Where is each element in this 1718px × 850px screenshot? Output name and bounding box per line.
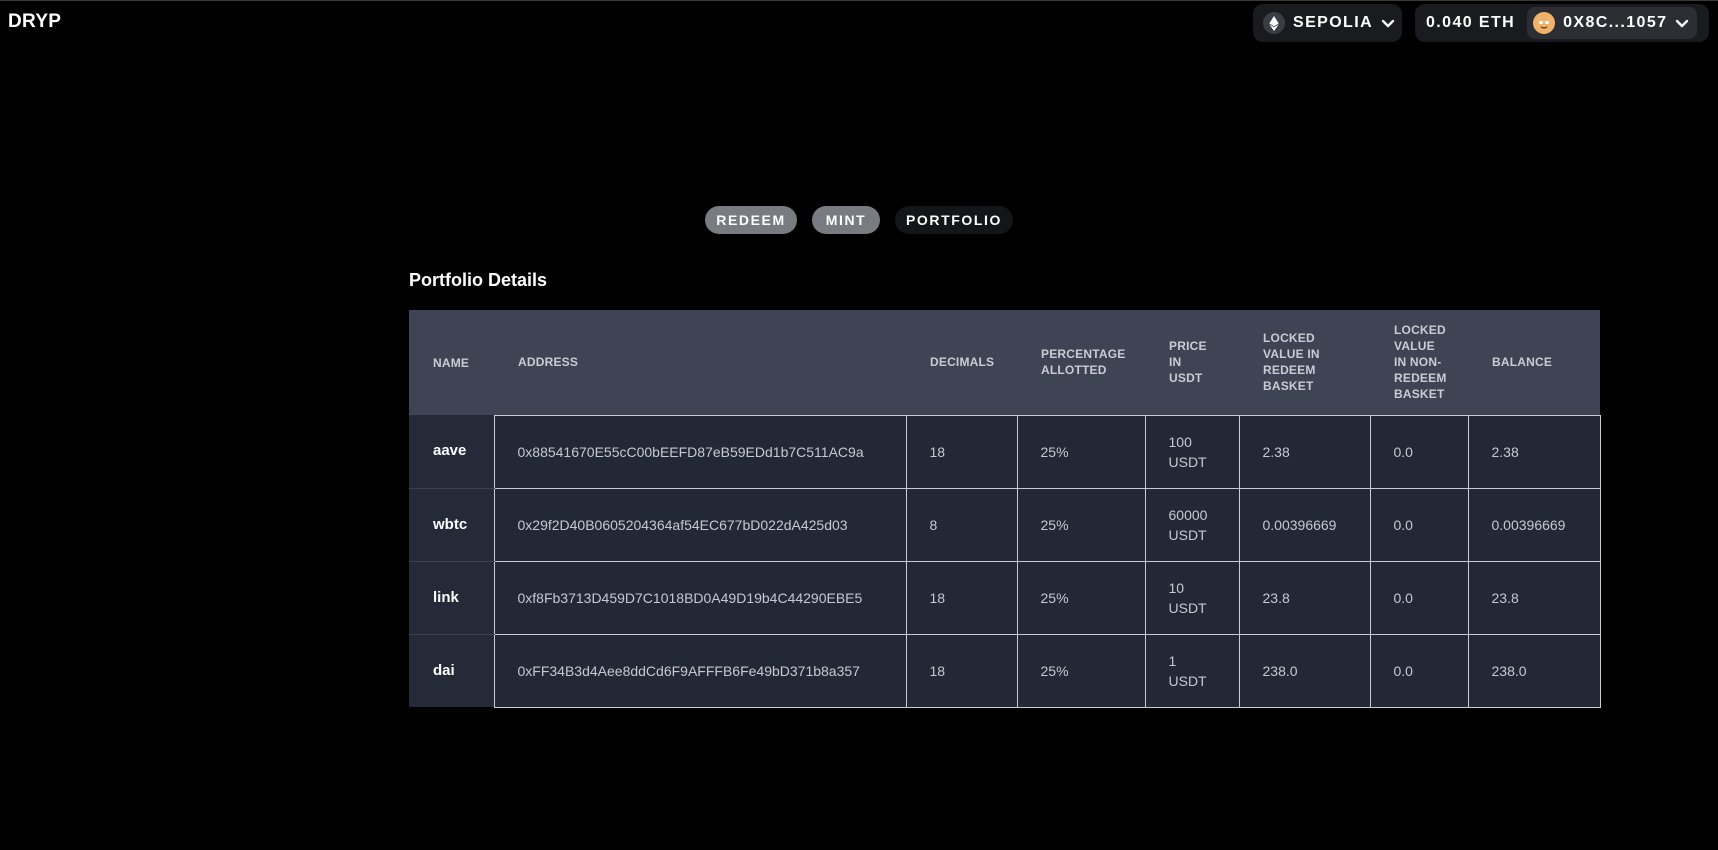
column-header-percentage: PERCENTAGE ALLOTTED — [1017, 310, 1145, 415]
table-header-row: NAME ADDRESS DECIMALS PERCENTAGE ALLOTTE… — [409, 310, 1600, 415]
column-header-name: NAME — [409, 310, 494, 415]
tab-redeem[interactable]: REDEEM — [705, 206, 797, 234]
token-percentage: 25% — [1016, 487, 1146, 562]
network-selector[interactable]: SEPOLIA — [1253, 4, 1402, 42]
token-balance: 0.00396669 — [1467, 487, 1601, 562]
page-title: Portfolio Details — [409, 270, 548, 290]
tab-portfolio[interactable]: PORTFOLIO — [895, 206, 1013, 234]
token-balance: 238.0 — [1467, 633, 1601, 708]
ethereum-icon — [1263, 12, 1285, 34]
column-header-balance: BALANCE — [1468, 310, 1600, 415]
token-price: 60000 USDT — [1144, 487, 1240, 562]
account-button[interactable]: 0X8C...1057 — [1527, 7, 1698, 39]
token-decimals: 18 — [905, 633, 1018, 708]
column-header-locked-non-redeem: LOCKED VALUE IN NON-REDEEM BASKET — [1370, 310, 1468, 415]
table-row: dai 0xFF34B3d4Aee8ddCd6F9AFFFB6Fe49bD371… — [409, 633, 1601, 708]
token-locked-redeem: 23.8 — [1238, 560, 1371, 635]
column-header-address: ADDRESS — [494, 310, 906, 415]
token-name: wbtc — [409, 488, 494, 562]
token-percentage: 25% — [1016, 633, 1146, 708]
token-address: 0xf8Fb3713D459D7C1018BD0A49D19b4C44290EB… — [493, 560, 907, 635]
token-percentage: 25% — [1016, 414, 1146, 489]
token-decimals: 18 — [905, 414, 1018, 489]
portfolio-table: NAME ADDRESS DECIMALS PERCENTAGE ALLOTTE… — [409, 310, 1601, 708]
column-header-price: PRICE IN USDT — [1145, 310, 1239, 415]
top-bar: DRYP SEPOLIA 0.040 ETH 0X8C...1057 — [0, 0, 1718, 42]
token-address: 0x29f2D40B0605204364af54EC677bD022dA425d… — [493, 487, 907, 562]
token-name: dai — [409, 634, 494, 707]
token-balance: 23.8 — [1467, 560, 1601, 635]
token-balance: 2.38 — [1467, 414, 1601, 489]
token-locked-non-redeem: 0.0 — [1369, 487, 1469, 562]
token-locked-non-redeem: 0.0 — [1369, 414, 1469, 489]
view-tabs: REDEEM MINT PORTFOLIO — [0, 206, 1718, 234]
token-price: 100 USDT — [1144, 414, 1240, 489]
chevron-down-icon — [1675, 19, 1689, 28]
token-decimals: 8 — [905, 487, 1018, 562]
table-row: aave 0x88541670E55cC00bEEFD87eB59EDd1b7C… — [409, 414, 1601, 489]
column-header-locked-redeem: LOCKED VALUE IN REDEEM BASKET — [1239, 310, 1370, 415]
token-locked-non-redeem: 0.0 — [1369, 560, 1469, 635]
table-row: link 0xf8Fb3713D459D7C1018BD0A49D19b4C44… — [409, 560, 1601, 635]
chevron-down-icon — [1381, 19, 1395, 28]
token-name: link — [409, 561, 494, 635]
token-percentage: 25% — [1016, 560, 1146, 635]
wallet-button[interactable]: 0.040 ETH 0X8C...1057 — [1415, 4, 1709, 42]
token-locked-redeem: 2.38 — [1238, 414, 1371, 489]
account-address: 0X8C...1057 — [1563, 14, 1668, 31]
token-address: 0xFF34B3d4Aee8ddCd6F9AFFFB6Fe49bD371b8a3… — [493, 633, 907, 708]
token-price: 10 USDT — [1144, 560, 1240, 635]
token-address: 0x88541670E55cC00bEEFD87eB59EDd1b7C511AC… — [493, 414, 907, 489]
token-price: 1 USDT — [1144, 633, 1240, 708]
column-header-decimals: DECIMALS — [906, 310, 1017, 415]
tab-mint[interactable]: MINT — [812, 206, 880, 234]
network-label: SEPOLIA — [1293, 14, 1374, 31]
token-locked-non-redeem: 0.0 — [1369, 633, 1469, 708]
token-locked-redeem: 238.0 — [1238, 633, 1371, 708]
token-name: aave — [409, 415, 494, 489]
token-decimals: 18 — [905, 560, 1018, 635]
token-locked-redeem: 0.00396669 — [1238, 487, 1371, 562]
table-row: wbtc 0x29f2D40B0605204364af54EC677bD022d… — [409, 487, 1601, 562]
eth-balance: 0.040 ETH — [1426, 14, 1516, 31]
avatar-icon — [1533, 12, 1556, 34]
app-logo[interactable]: DRYP — [8, 11, 61, 33]
